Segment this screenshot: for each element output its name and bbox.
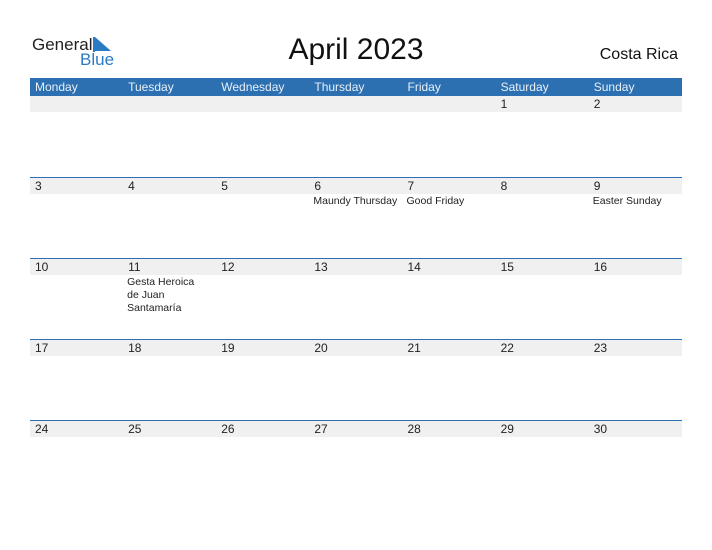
weekday-header: Monday Tuesday Wednesday Thursday Friday Satu… [30,78,682,96]
country-label: Costa Rica [599,46,678,63]
day-number: 30 [588,421,682,437]
day-cell[interactable]: 16 [588,259,682,339]
day-number [309,96,403,112]
day-number: 26 [216,421,310,437]
day-cell[interactable]: 6 Maundy Thursday [309,178,403,258]
day-cell[interactable]: 7 Good Friday [402,178,496,258]
day-number: 18 [123,340,217,356]
day-cell[interactable]: 9 Easter Sunday [588,178,682,258]
day-cell[interactable]: 14 [402,259,496,339]
week-row: 17 18 19 20 21 22 23 [30,339,682,420]
day-cell[interactable]: 26 [216,421,310,501]
day-cell[interactable]: 4 [123,178,217,258]
day-cell[interactable]: 1 [495,96,589,177]
day-number: 4 [123,178,217,194]
day-number: 27 [309,421,403,437]
day-number: 19 [216,340,310,356]
day-cell[interactable]: 23 [588,340,682,420]
calendar-grid: Monday Tuesday Wednesday Thursday Friday Satu… [30,78,682,501]
day-cell[interactable] [216,96,310,177]
day-cell[interactable]: 29 [495,421,589,501]
holiday-label: Good Friday [406,195,465,207]
day-cell[interactable]: 8 [495,178,589,258]
day-cell[interactable]: 12 [216,259,310,339]
day-number: 12 [216,259,310,275]
day-cell[interactable]: 3 [30,178,124,258]
day-number: 15 [495,259,589,275]
day-cell[interactable]: 19 [216,340,310,420]
day-number [123,96,217,112]
weekday-wednesday: Wednesday [221,80,285,94]
holiday-label: Easter Sunday [592,195,662,207]
day-number [30,96,124,112]
day-cell[interactable]: 20 [309,340,403,420]
day-cell[interactable]: 11 Gesta Heroica de Juan Santamaría [123,259,217,339]
day-number: 20 [309,340,403,356]
day-number [402,96,496,112]
weekday-friday: Friday [407,80,441,94]
day-number: 14 [402,259,496,275]
holiday-label: Maundy Thursday [313,195,398,207]
day-cell[interactable]: 22 [495,340,589,420]
day-number: 13 [309,259,403,275]
day-number: 23 [588,340,682,356]
day-number: 10 [30,259,124,275]
day-cell[interactable]: 25 [123,421,217,501]
day-cell[interactable]: 24 [30,421,124,501]
holiday-label: Gesta Heroica de Juan Santamaría [127,276,195,314]
day-cell[interactable]: 18 [123,340,217,420]
day-number: 6 [309,178,403,194]
day-cell[interactable]: 2 [588,96,682,177]
day-number: 9 [588,178,682,194]
day-cell[interactable]: 13 [309,259,403,339]
day-number: 29 [495,421,589,437]
weekday-sunday: Sunday [593,80,635,94]
day-cell[interactable]: 15 [495,259,589,339]
week-row: 24 25 26 27 28 29 30 [30,420,682,501]
day-cell[interactable]: 5 [216,178,310,258]
day-number: 21 [402,340,496,356]
day-number: 22 [495,340,589,356]
day-cell[interactable]: 27 [309,421,403,501]
day-number: 24 [30,421,124,437]
week-row: 3 4 5 6 Maundy Thursday 7 Good Friday 8 9 Easter … [30,177,682,258]
week-row: 10 11 Gesta Heroica de Juan Santamaría 12 13… [30,258,682,339]
day-number: 25 [123,421,217,437]
weekday-tuesday: Tuesday [128,80,174,94]
day-cell[interactable] [402,96,496,177]
weekday-thursday: Thursday [314,80,365,94]
weekday-monday: Monday [35,80,78,94]
day-cell[interactable]: 30 [588,421,682,501]
day-cell[interactable] [30,96,124,177]
week-row: 12 [30,96,682,177]
day-cell[interactable] [123,96,217,177]
day-cell[interactable]: 21 [402,340,496,420]
day-number: 17 [30,340,124,356]
day-number: 28 [402,421,496,437]
day-number [216,96,310,112]
weekday-saturday: Saturday [500,80,549,94]
day-number: 7 [402,178,496,194]
day-number: 16 [588,259,682,275]
day-cell[interactable]: 10 [30,259,124,339]
day-number: 2 [588,96,682,112]
day-number: 3 [30,178,124,194]
day-number: 11 [123,259,217,275]
day-cell[interactable]: 17 [30,340,124,420]
day-number: 5 [216,178,310,194]
day-cell[interactable]: 28 [402,421,496,501]
day-number: 1 [495,96,589,112]
day-number: 8 [495,178,589,194]
day-cell[interactable] [309,96,403,177]
